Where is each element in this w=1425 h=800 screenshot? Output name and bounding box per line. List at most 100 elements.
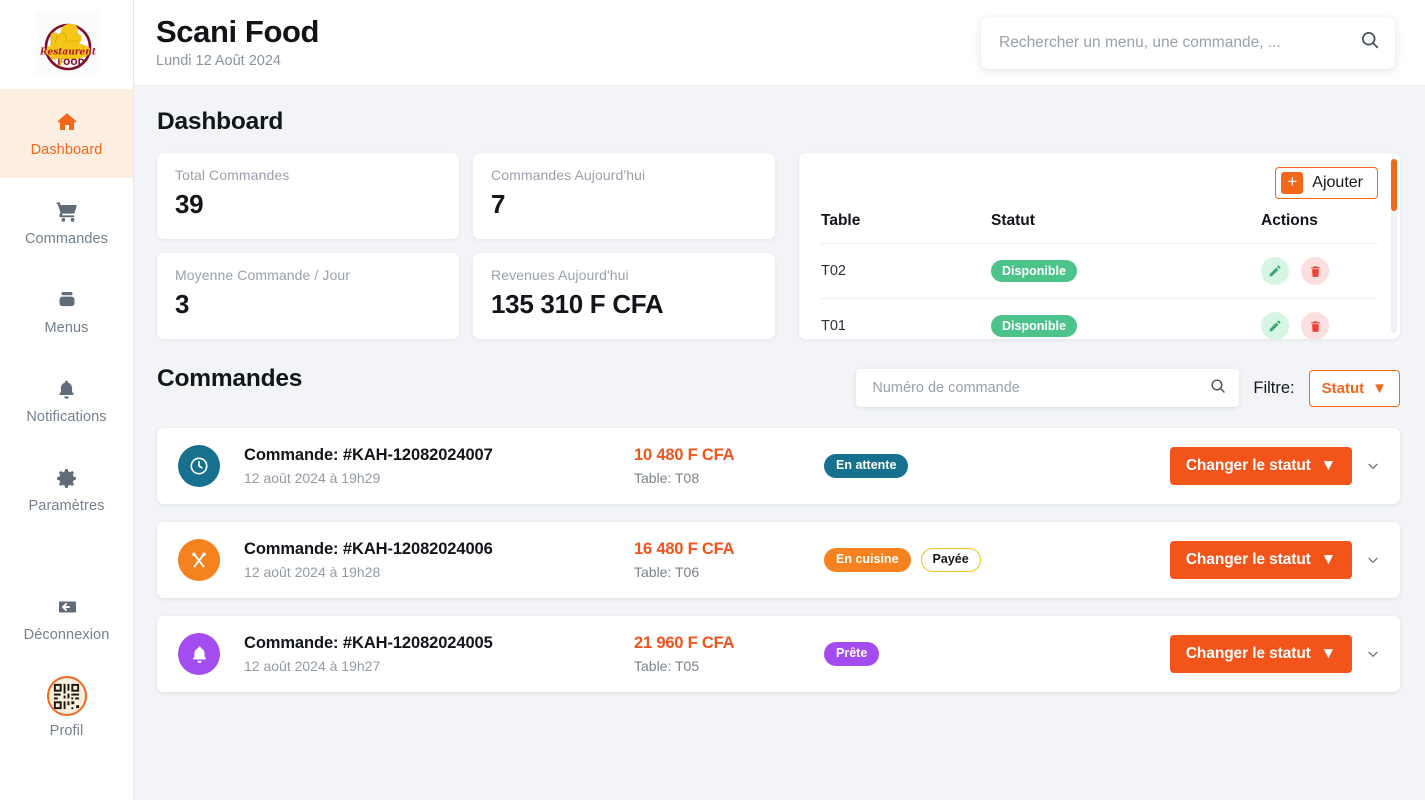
order-actions: Changer le statut ▼ <box>1054 541 1384 579</box>
order-card[interactable]: Commande: #KAH-12082024005 12 août 2024 … <box>157 616 1400 692</box>
order-amount: 10 480 F CFA Table: T08 <box>634 446 824 486</box>
page-title: Scani Food <box>156 13 320 49</box>
logo-container: Restaurent FOOD <box>34 11 99 75</box>
sidebar-item-dashboard[interactable]: Dashboard <box>0 89 133 178</box>
plus-icon: + <box>1281 172 1304 194</box>
dashboard-grid: Total Commandes 39 Commandes Aujourd'hui… <box>157 153 1400 339</box>
tables-scrollbar[interactable] <box>1391 159 1397 333</box>
order-amount: 21 960 F CFA Table: T05 <box>634 634 824 674</box>
sidebar-item-deconnexion[interactable]: Déconnexion <box>0 574 133 663</box>
order-info: Commande: #KAH-12082024007 12 août 2024 … <box>244 446 634 486</box>
cell-actions <box>1261 298 1378 339</box>
stat-value: 3 <box>175 289 190 319</box>
bell-icon <box>54 376 80 402</box>
order-info: Commande: #KAH-12082024005 12 août 2024 … <box>244 634 634 674</box>
add-table-button[interactable]: + Ajouter <box>1275 167 1378 199</box>
order-badges: En attente <box>824 454 1054 478</box>
tables-panel-scroll[interactable]: + Ajouter Table Statut Actions T02 Dispo… <box>821 153 1378 339</box>
table-row: T02 Disponible <box>821 243 1378 299</box>
cell-statut: Disponible <box>991 243 1261 299</box>
order-search[interactable] <box>856 369 1240 407</box>
stat-label: Total Commandes <box>175 167 290 183</box>
sidebar-item-label: Commandes <box>24 231 109 247</box>
order-price: 16 480 F CFA <box>634 540 735 558</box>
change-status-label: Changer le statut <box>1185 551 1311 568</box>
cell-statut: Disponible <box>991 298 1261 339</box>
order-badges: Prête <box>824 642 1054 666</box>
utensils-icon <box>178 539 220 581</box>
sidebar-item-label: Déconnexion <box>23 627 110 643</box>
change-status-button[interactable]: Changer le statut ▼ <box>1169 635 1352 673</box>
brand-block: Scani Food Lundi 12 Août 2024 <box>156 13 320 70</box>
pencil-icon[interactable] <box>1261 312 1289 339</box>
sidebar-item-parametres[interactable]: Paramètres <box>0 445 133 534</box>
clock-icon <box>178 445 220 487</box>
column-header-table: Table <box>821 212 861 229</box>
orders-filter-bar: Filtre: Statut ▼ <box>856 369 1400 407</box>
top-bar: Scani Food Lundi 12 Août 2024 <box>134 0 1425 86</box>
expand-order-icon[interactable] <box>1362 646 1384 662</box>
status-filter-select[interactable]: Statut ▼ <box>1308 369 1400 407</box>
current-date: Lundi 12 Août 2024 <box>156 53 281 70</box>
main-area: Scani Food Lundi 12 Août 2024 Dashboard <box>134 0 1425 800</box>
order-badges: En cuisine Payée <box>824 548 1054 572</box>
search-icon[interactable] <box>1209 377 1227 400</box>
status-badge: En cuisine <box>824 548 911 572</box>
order-card[interactable]: Commande: #KAH-12082024007 12 août 2024 … <box>157 428 1400 504</box>
order-info: Commande: #KAH-12082024006 12 août 2024 … <box>244 540 634 580</box>
trash-icon[interactable] <box>1301 312 1329 339</box>
change-status-button[interactable]: Changer le statut ▼ <box>1169 447 1352 485</box>
orders-heading: Commandes <box>157 365 303 392</box>
search-icon[interactable] <box>1359 29 1381 56</box>
tables-panel: + Ajouter Table Statut Actions T02 Dispo… <box>799 153 1400 339</box>
global-search[interactable] <box>981 16 1395 69</box>
sidebar-item-menus[interactable]: Menus <box>0 267 133 356</box>
change-status-label: Changer le statut <box>1185 457 1311 474</box>
sidebar-item-profil[interactable]: Profil <box>0 663 133 752</box>
chevron-down-icon: ▼ <box>1320 645 1336 662</box>
order-title: Commande: #KAH-12082024006 <box>244 540 493 558</box>
tables-scrollbar-thumb[interactable] <box>1391 159 1397 211</box>
order-date: 12 août 2024 à 19h29 <box>244 470 381 486</box>
sidebar-nav: Dashboard Commandes Menus Notifications … <box>0 89 133 752</box>
expand-order-icon[interactable] <box>1362 552 1384 568</box>
order-actions: Changer le statut ▼ <box>1054 447 1384 485</box>
search-input[interactable] <box>999 33 1359 52</box>
cell-table-name: T02 <box>821 243 991 299</box>
payment-badge: Payée <box>920 548 981 572</box>
stat-value: 135 310 F CFA <box>491 289 664 319</box>
cell-table-name: T01 <box>821 298 991 339</box>
stat-label: Commandes Aujourd'hui <box>491 167 646 183</box>
home-icon <box>54 109 80 135</box>
logout-arrow-icon <box>54 594 80 620</box>
order-amount: 16 480 F CFA Table: T06 <box>634 540 824 580</box>
change-status-button[interactable]: Changer le statut ▼ <box>1169 541 1352 579</box>
stat-value: 7 <box>491 189 506 219</box>
sidebar-item-label: Dashboard <box>30 142 103 158</box>
stat-card: Moyenne Commande / Jour 3 <box>157 253 459 339</box>
order-search-input[interactable] <box>872 380 1210 396</box>
trash-icon[interactable] <box>1301 257 1329 285</box>
table-header-row: Table Statut Actions <box>821 208 1378 244</box>
tables-toolbar: + Ajouter <box>821 153 1378 199</box>
sidebar-item-notifications[interactable]: Notifications <box>0 356 133 445</box>
order-card[interactable]: Commande: #KAH-12082024006 12 août 2024 … <box>157 522 1400 598</box>
expand-order-icon[interactable] <box>1362 458 1384 474</box>
sidebar-item-label: Paramètres <box>28 498 105 514</box>
stat-card: Total Commandes 39 <box>157 153 459 239</box>
filter-label: Filtre: <box>1253 378 1295 397</box>
add-table-label: Ajouter <box>1312 174 1363 191</box>
stat-value: 39 <box>175 189 204 219</box>
status-badge: Disponible <box>991 260 1077 282</box>
sidebar-item-commandes[interactable]: Commandes <box>0 178 133 267</box>
column-header-statut: Statut <box>991 212 1035 229</box>
logo-artwork: Restaurent FOOD <box>39 23 96 71</box>
stats-grid: Total Commandes 39 Commandes Aujourd'hui… <box>157 153 775 339</box>
orders-header: Commandes Filtre: Statut ▼ <box>157 365 1400 407</box>
order-actions: Changer le statut ▼ <box>1054 635 1384 673</box>
restaurant-food-logo: Restaurent FOOD <box>34 11 99 75</box>
stat-card: Revenues Aujourd'hui 135 310 F CFA <box>473 253 775 339</box>
cell-actions <box>1261 243 1378 299</box>
pencil-icon[interactable] <box>1261 257 1289 285</box>
